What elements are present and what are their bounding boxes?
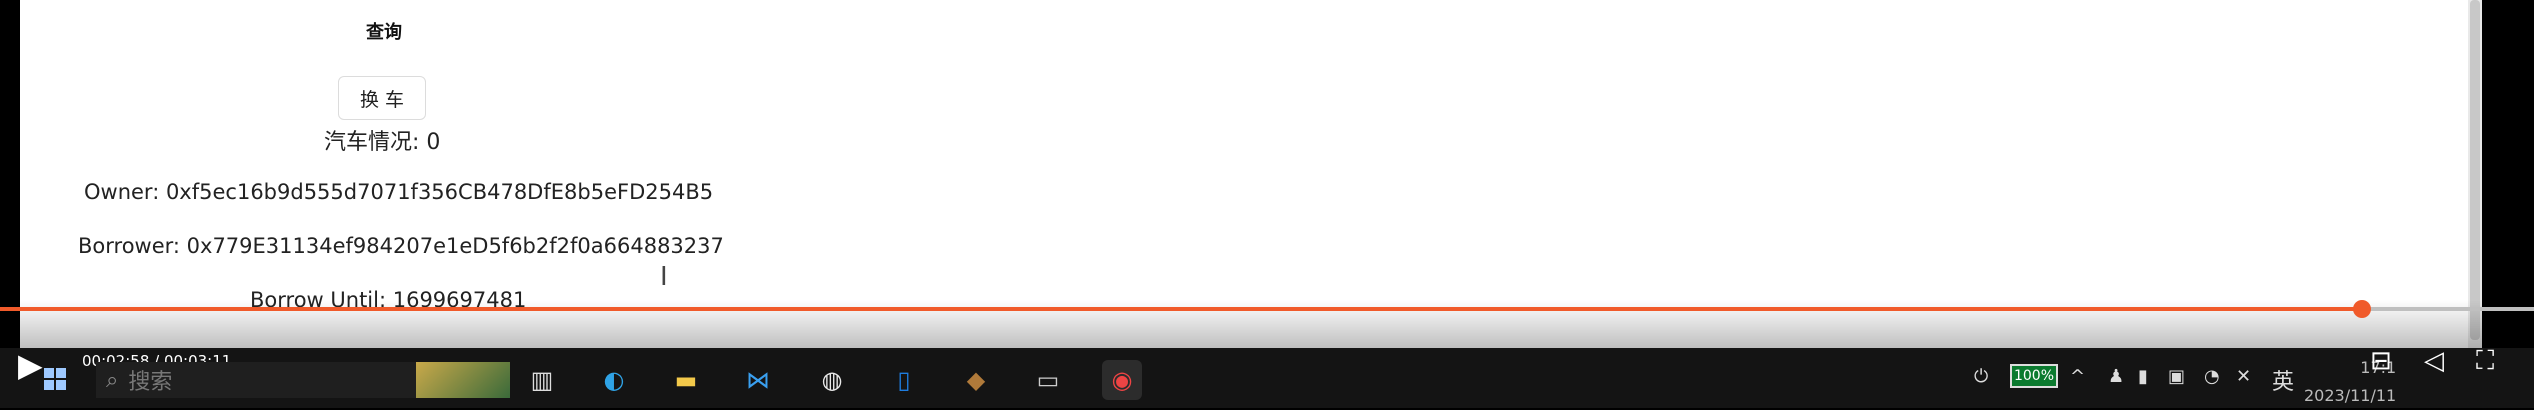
taskbar-search[interactable]: ⌕ 搜索 <box>96 362 510 398</box>
battery-indicator[interactable]: 100% <box>2010 364 2058 388</box>
wifi-icon[interactable]: ◔ <box>2204 366 2220 387</box>
swap-car-button[interactable]: 换 车 <box>338 76 426 120</box>
tray-window-icon[interactable]: ▣ <box>2168 366 2185 387</box>
progress-fill <box>0 307 2362 311</box>
subtitle-icon[interactable]: ⊟ <box>2370 346 2392 376</box>
car-status-text: 汽车情况: 0 <box>324 130 441 155</box>
text-cursor-icon: I <box>660 262 668 292</box>
terminal-icon[interactable]: ▭ <box>1028 360 1068 400</box>
volume-icon[interactable]: ◁ <box>2424 346 2444 376</box>
query-heading: 查询 <box>366 22 402 43</box>
app-icon[interactable]: ◍ <box>812 360 852 400</box>
box-icon[interactable]: ◆ <box>956 360 996 400</box>
play-icon[interactable]: ▶ <box>18 346 43 384</box>
chevron-up-icon[interactable]: ^ <box>2070 366 2085 387</box>
plug-icon: ⏻ <box>1974 366 1989 387</box>
file-explorer-icon[interactable]: ▬ <box>666 360 706 400</box>
progress-knob[interactable] <box>2352 300 2371 318</box>
input-method-indicator[interactable]: 英 <box>2272 364 2294 396</box>
scrollbar-thumb[interactable] <box>2470 0 2480 340</box>
vscode-icon[interactable]: ⋈ <box>738 360 778 400</box>
edge-icon[interactable]: ◐ <box>594 360 634 400</box>
task-view-icon[interactable]: ▥ <box>522 360 562 400</box>
usb-icon[interactable]: ▮ <box>2138 366 2148 387</box>
tray-app-icon[interactable]: ♟ <box>2108 366 2124 387</box>
borrower-text: Borrower: 0x779E31134ef984207e1eD5f6b2f2… <box>78 234 724 258</box>
chrome-icon[interactable]: ◉ <box>1102 360 1142 400</box>
owner-text: Owner: 0xf5ec16b9d555d7071f356CB478DfE8b… <box>84 180 714 204</box>
clock-date: 2023/11/11 <box>2304 386 2397 405</box>
page-scrollbar[interactable] <box>2468 0 2482 348</box>
fullscreen-icon[interactable]: ⛶ <box>2476 346 2494 377</box>
search-icon: ⌕ <box>106 367 119 393</box>
search-highlight-image <box>416 362 510 398</box>
phone-icon[interactable]: ▯ <box>884 360 924 400</box>
search-placeholder: 搜索 <box>128 370 173 395</box>
mute-icon[interactable]: ✕ <box>2236 366 2251 387</box>
windows-start-icon[interactable] <box>44 368 66 390</box>
